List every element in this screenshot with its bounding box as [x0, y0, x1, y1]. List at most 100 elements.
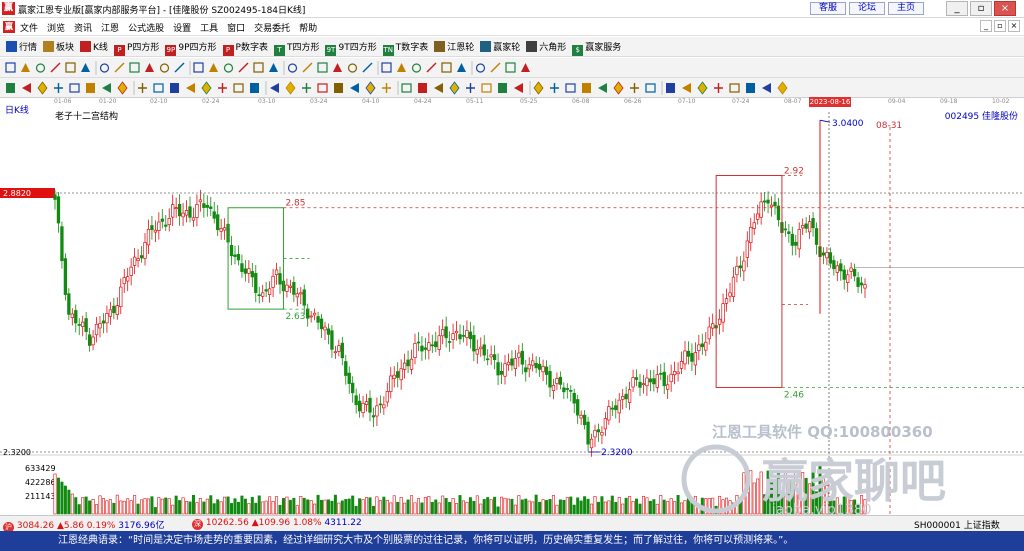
title-links: 客服 论坛 主页 [810, 2, 927, 15]
chart-tools-icons[interactable] [0, 78, 1024, 98]
volume-bar [167, 498, 171, 515]
candle-body [614, 405, 618, 411]
candle-body [842, 269, 846, 280]
menu-items: 文件 浏览 资讯 江恩 公式选股 设置 工具 窗口 交易委托 帮助 [20, 21, 326, 34]
volume-bar [392, 495, 396, 515]
volume-bar [403, 502, 407, 515]
sz-index[interactable]: 深 10262.56 ▲109.96 1.08% 4311.22 [192, 518, 362, 530]
menu-file[interactable]: 文件 [20, 24, 38, 34]
toolbar-label: P四方形 [126, 43, 160, 53]
price-high-label: 2.8820 [3, 189, 31, 198]
candle-body [544, 366, 549, 375]
candle-body [582, 414, 587, 426]
tool-icon [317, 83, 328, 93]
volume-bar [181, 497, 185, 515]
menu-gann[interactable]: 江恩 [101, 24, 119, 34]
menu-browse[interactable]: 浏览 [47, 24, 65, 34]
tool-icon [302, 62, 313, 73]
volume-bar [496, 506, 500, 515]
candle-body [150, 225, 154, 230]
menu-info[interactable]: 资讯 [74, 24, 92, 34]
candle-body [828, 252, 833, 264]
candle-body [198, 199, 203, 203]
volume-bar [354, 505, 358, 515]
menu-help[interactable]: 帮助 [299, 24, 317, 34]
toolbar-hexagon-button[interactable]: 六角形 [526, 40, 566, 53]
toolbar-t-table-button[interactable]: TN T数字表 [382, 40, 428, 56]
mdi-restore-icon[interactable]: ▫ [994, 20, 1006, 32]
volume-bar [326, 499, 330, 515]
menu-tools[interactable]: 工具 [200, 24, 218, 34]
candle-body [167, 218, 171, 225]
candle-body [627, 389, 632, 403]
candle-body [794, 241, 798, 246]
toolbar-p-square-button[interactable]: P P四方形 [113, 40, 160, 56]
volume-bar [583, 496, 587, 515]
tool-icon [441, 62, 452, 73]
toolbar-winner-wheel-button[interactable]: 赢家轮 [480, 40, 520, 53]
candle-body [825, 252, 829, 259]
candle-body [686, 350, 691, 357]
structure-label: 老子十二宫结构 [55, 112, 119, 122]
candle-body [333, 351, 338, 354]
tool-icon [697, 81, 708, 95]
candle-body [157, 221, 161, 231]
tool-icon [102, 83, 111, 93]
candle-body [264, 289, 268, 292]
toolbar-gann-wheel-button[interactable]: 江恩轮 [434, 40, 474, 53]
volume-bar [648, 500, 652, 515]
toolbar-t-square-button[interactable]: T T四方形 [273, 40, 319, 56]
mdi-minimize-icon[interactable]: _ [980, 20, 992, 32]
mdi-close-icon[interactable]: × [1008, 20, 1020, 32]
tool-icon [5, 62, 16, 73]
toolbar-service-button[interactable]: $ 赢家服务 [572, 40, 621, 56]
forum-link[interactable]: 论坛 [849, 2, 885, 15]
service-link[interactable]: 客服 [810, 2, 846, 15]
date-tick-label: 01-06 [54, 98, 72, 105]
minimize-icon[interactable]: _ [946, 1, 968, 16]
candle-body [385, 391, 389, 403]
sh-index-amount: 3176.96亿 [118, 521, 165, 531]
candle-body [735, 265, 739, 276]
volume-bar [472, 500, 476, 515]
candle-body [160, 218, 164, 222]
toolbar-label: 赢家轮 [493, 43, 521, 53]
volume-bar [257, 495, 261, 515]
candle-body [250, 271, 254, 278]
candle-body [423, 347, 428, 350]
menu-window[interactable]: 窗口 [227, 24, 245, 34]
candle-body [551, 384, 556, 392]
candle-body [112, 305, 116, 314]
toolbar-grid-button[interactable]: 行情 [6, 40, 37, 53]
candle-body [229, 244, 234, 257]
toolbar-kline-button[interactable]: K线 [80, 40, 108, 53]
volume-bar [624, 497, 628, 515]
candle-body [451, 333, 455, 340]
candle-body [752, 222, 756, 229]
toolbar-9t-square-button[interactable]: 9T 9T四方形 [325, 40, 377, 56]
drawing-tools-icons[interactable] [0, 58, 1024, 78]
maximize-icon[interactable]: ▫ [970, 1, 992, 16]
volume-bar [115, 494, 119, 515]
candle-body [849, 267, 853, 272]
homepage-link[interactable]: 主页 [888, 2, 924, 15]
date-tick-label: 06-08 [572, 98, 590, 105]
menu-trade[interactable]: 交易委托 [254, 24, 290, 34]
volume-bar [586, 498, 590, 515]
kline-chart[interactable]: 2.8820 2.3200 3.0400 2.3200 2.85 2.63 2.92 2.46… [0, 107, 1024, 515]
menu-formula[interactable]: 公式选股 [128, 24, 164, 34]
candle-body [666, 384, 670, 390]
candle-body [87, 334, 92, 346]
blocks-icon [43, 41, 55, 52]
mdi-controls: _ ▫ × [978, 20, 1020, 32]
close-icon[interactable]: × [994, 1, 1016, 16]
candle-body [56, 196, 61, 224]
tool-icon [218, 83, 227, 93]
menu-settings[interactable]: 设置 [173, 24, 191, 34]
toolbar-9p-square-button[interactable]: 9P 9P四方形 [165, 40, 217, 56]
toolbar-blocks-button[interactable]: 板块 [43, 40, 74, 53]
candle-body [330, 330, 334, 350]
index-selector[interactable]: SH000001 上证指数 [914, 518, 1000, 531]
toolbar-p-table-button[interactable]: P P数字表 [222, 40, 268, 56]
candle-body [475, 348, 479, 355]
